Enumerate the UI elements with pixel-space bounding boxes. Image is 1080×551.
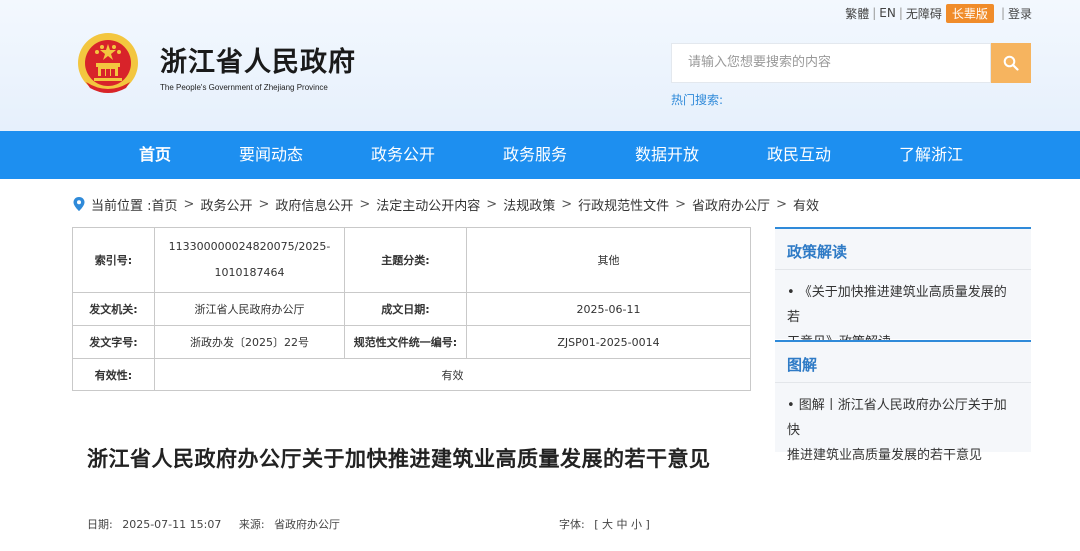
article-title: 浙江省人民政府办公厅关于加快推进建筑业高质量发展的若干意见 [87,447,711,471]
breadcrumb-item[interactable]: 行政规范性文件 [578,195,669,214]
index-number-value: 113300000024820075/2025- 1010187464 [154,227,345,293]
breadcrumb-item[interactable]: 有效 [793,195,819,214]
topic-value: 其他 [466,227,751,293]
location-pin-icon [73,197,85,211]
site-title[interactable]: 浙江省人民政府 [160,40,356,79]
nav-interaction[interactable]: 政民互动 [767,131,831,179]
search-icon [1003,55,1019,71]
separator: | [1000,6,1005,20]
policy-interpretation-heading: 政策解读 [787,243,848,261]
font-small-button[interactable]: 小 [631,518,642,531]
document-info-table: 索引号: 113300000024820075/2025- 1010187464… [72,227,751,391]
font-size-label: 字体: [559,518,585,531]
elder-version-button[interactable]: 长辈版 [945,3,994,23]
breadcrumb-separator: > [258,196,270,212]
date-value: 2025-07-11 15:07 [122,518,222,531]
unified-code-key: 规范性文件统一编号: [344,325,467,359]
bracket: [ [594,518,599,531]
validity-key: 有效性: [72,358,155,391]
separator: | [872,6,877,20]
link-line: • 图解丨浙江省人民政府办公厅关于加快 [787,398,1007,438]
source-label: 来源: [238,518,265,531]
doc-number-key: 发文字号: [72,325,155,359]
date-key: 成文日期: [344,292,467,326]
header: 繁體 | EN | 无障碍 长辈版 | 登录 浙江省人民政府 The Peopl… [0,0,1080,131]
font-size-control: 字体: [ 大 中 小 ] [559,516,650,532]
table-row: 有效性: 有效 [72,358,751,391]
date-value: 2025-06-11 [466,292,751,326]
breadcrumb-item[interactable]: 法定主动公开内容 [376,195,480,214]
graphic-link[interactable]: • 图解丨浙江省人民政府办公厅关于加快 推进建筑业高质量发展的若干意见 [775,383,1031,468]
traditional-chinese-link[interactable]: 繁體 [845,5,869,22]
breadcrumb: 当前位置 : 首页 > 政务公开 > 政府信息公开 > 法定主动公开内容 > 法… [73,194,819,214]
graphic-panel: 图解 • 图解丨浙江省人民政府办公厅关于加快 推进建筑业高质量发展的若干意见 [775,340,1031,463]
bracket: ] [645,518,650,531]
policy-interpretation-panel: 政策解读 • 《关于加快推进建筑业高质量发展的若 干意见》政策解读 [775,227,1031,350]
issuer-key: 发文机关: [72,292,155,326]
source-value: 省政府办公厅 [274,518,341,531]
breadcrumb-item[interactable]: 法规政策 [503,195,555,214]
table-row: 发文机关: 浙江省人民政府办公厅 成文日期: 2025-06-11 [72,292,751,326]
search-button[interactable] [991,43,1031,83]
link-line: 推进建筑业高质量发展的若干意见 [787,448,983,463]
issuer-value: 浙江省人民政府办公厅 [154,292,345,326]
breadcrumb-item[interactable]: 政务公开 [200,195,252,214]
index-number-value-line: 113300000024820075/2025- [168,240,331,253]
breadcrumb-item[interactable]: 政府信息公开 [275,195,353,214]
breadcrumb-separator: > [486,196,498,212]
main-nav: 首页 要闻动态 政务公开 政务服务 数据开放 政民互动 了解浙江 [0,131,1080,179]
site-subtitle: The People's Government of Zhejiang Prov… [160,83,328,92]
table-row: 索引号: 113300000024820075/2025- 1010187464… [72,227,751,293]
breadcrumb-item[interactable]: 省政府办公厅 [692,195,770,214]
top-links: 繁體 | EN | 无障碍 长辈版 | 登录 [845,3,1032,23]
breadcrumb-label: 当前位置 : [91,198,152,214]
breadcrumb-item[interactable]: 首页 [152,195,178,214]
national-emblem-icon [78,33,138,93]
breadcrumb-separator: > [183,196,195,212]
nav-services[interactable]: 政务服务 [503,131,567,179]
validity-value: 有效 [154,358,751,391]
nav-news[interactable]: 要闻动态 [239,131,303,179]
graphic-heading: 图解 [787,356,818,374]
nav-about-zhejiang[interactable]: 了解浙江 [899,131,963,179]
table-row: 发文字号: 浙政办发〔2025〕22号 规范性文件统一编号: ZJSP01-20… [72,325,751,359]
font-large-button[interactable]: 大 [602,518,613,531]
link-line: • 《关于加快推进建筑业高质量发展的若 [787,285,1007,325]
separator: | [898,6,903,20]
article-date: 日期: 2025-07-11 15:07 来源: 省政府办公厅 [87,516,340,532]
index-number-value-line: 1010187464 [214,266,285,279]
hot-search-label: 热门搜索: [671,93,724,107]
nav-open-data[interactable]: 数据开放 [635,131,699,179]
nav-government-affairs[interactable]: 政务公开 [371,131,435,179]
doc-number-value: 浙政办发〔2025〕22号 [154,325,345,359]
breadcrumb-separator: > [561,196,573,212]
breadcrumb-separator: > [776,196,787,212]
date-label: 日期: [87,518,113,531]
english-link[interactable]: EN [879,6,896,20]
unified-code-value: ZJSP01-2025-0014 [466,325,751,359]
topic-key: 主题分类: [344,227,467,293]
breadcrumb-separator: > [675,196,687,212]
accessibility-link[interactable]: 无障碍 [906,5,942,22]
nav-home[interactable]: 首页 [139,131,171,179]
index-number-key: 索引号: [72,227,155,293]
font-medium-button[interactable]: 中 [617,518,628,531]
breadcrumb-separator: > [359,196,371,212]
search-input[interactable]: 请输入您想要搜索的内容 [671,43,991,83]
login-link[interactable]: 登录 [1008,5,1032,22]
